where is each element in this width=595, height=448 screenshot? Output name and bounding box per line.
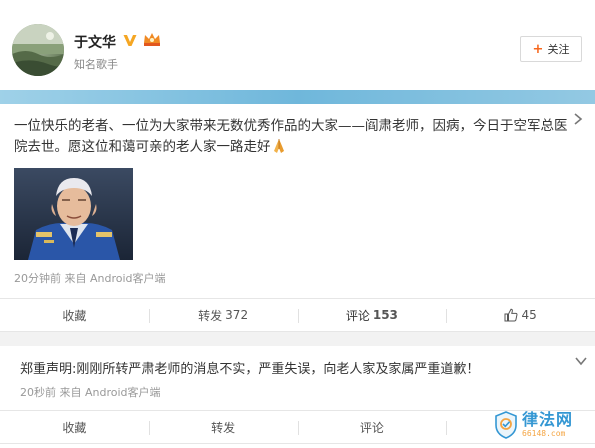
chevron-right-icon[interactable] <box>572 112 584 126</box>
post-photo[interactable] <box>14 168 133 260</box>
cover-strip <box>0 90 595 104</box>
post-text: 一位快乐的老者、一位为大家带来无数优秀作品的大家——阎肃老师，因病，今日于空军总… <box>14 116 574 158</box>
vip-crown-icon <box>144 33 160 46</box>
notice-comment-button[interactable]: 评论 <box>297 411 447 443</box>
thumbs-up-icon <box>504 308 518 322</box>
comment-label: 评论 <box>345 308 370 323</box>
notice-favorite-label: 收藏 <box>62 420 87 435</box>
favorite-label: 收藏 <box>62 308 87 323</box>
post-body: 一位快乐的老者、一位为大家带来无数优秀作品的大家——阎肃老师，因病，今日于空军总… <box>14 118 568 155</box>
user-description: 知名歌手 <box>74 58 118 71</box>
watermark-subtitle: 66148.com <box>522 429 566 438</box>
notice-repost-label: 转发 <box>211 420 236 435</box>
follow-button[interactable]: + 关注 <box>520 36 582 62</box>
repost-button[interactable]: 转发 372 <box>148 299 298 331</box>
repost-label: 转发 <box>198 308 223 323</box>
site-watermark: 律法网 66148.com <box>494 406 590 444</box>
card-separator <box>0 332 595 346</box>
user-name[interactable]: 于文华 <box>74 32 116 52</box>
pray-icon <box>273 139 284 153</box>
follow-label: 关注 <box>547 43 570 56</box>
shield-logo-icon <box>495 411 517 439</box>
favorite-button[interactable]: 收藏 <box>0 299 149 331</box>
post-action-bar: 收藏 转发 372 评论 153 45 <box>0 298 595 332</box>
comment-count: 153 <box>372 308 398 322</box>
verified-v-icon <box>123 35 137 46</box>
avatar[interactable] <box>12 24 64 76</box>
plus-icon: + <box>532 41 544 57</box>
repost-count: 372 <box>225 308 249 322</box>
like-button[interactable]: 45 <box>446 299 595 331</box>
post-meta: 20分钟前 来自 Android客户端 <box>14 272 166 285</box>
notice-text: 郑重声明:刚刚所转严肃老师的消息不实，严重失误，向老人家及家属严重道歉！ <box>20 362 480 377</box>
notice-favorite-button[interactable]: 收藏 <box>0 411 149 443</box>
notice-meta: 20秒前 来自 Android客户端 <box>20 386 161 399</box>
profile-header: 于文华 知名歌手 + 关注 <box>0 0 595 90</box>
notice-repost-button[interactable]: 转发 <box>148 411 298 443</box>
comment-button[interactable]: 评论 153 <box>297 299 447 331</box>
notice-comment-label: 评论 <box>359 420 384 435</box>
chevron-down-icon[interactable] <box>574 356 588 366</box>
watermark-title: 律法网 <box>522 410 574 429</box>
like-count: 45 <box>521 308 537 322</box>
